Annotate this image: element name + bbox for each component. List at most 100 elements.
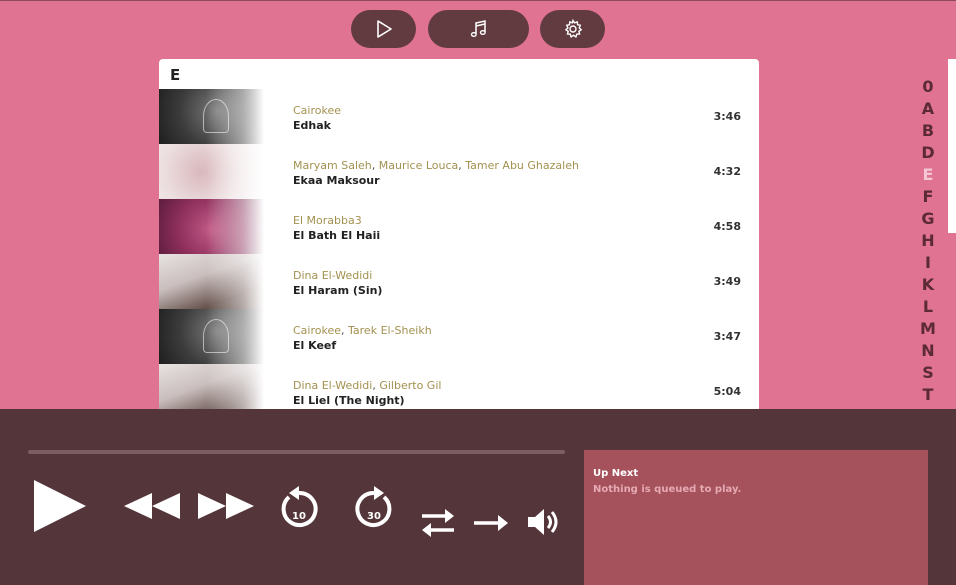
- index-letter[interactable]: H: [917, 230, 939, 252]
- album-art-thumbnail: [159, 309, 264, 364]
- skip-back-button[interactable]: 10: [275, 485, 323, 533]
- track-row[interactable]: Dina El-Wedidi, Gilberto Gil El Liel (The…: [159, 364, 759, 409]
- index-letter[interactable]: B: [917, 120, 939, 142]
- skip-back-seconds: 10: [292, 511, 306, 522]
- track-title: El Bath El Haii: [293, 229, 381, 242]
- track-title: Ekaa Maksour: [293, 174, 380, 187]
- thumbnail-fade: [159, 254, 264, 309]
- thumbnail-fade: [159, 364, 264, 409]
- track-row[interactable]: Cairokee, Tarek El-Sheikh El Keef 3:47: [159, 309, 759, 364]
- play-tab-button[interactable]: [351, 10, 416, 48]
- album-art-thumbnail: [159, 89, 264, 144]
- index-letter[interactable]: K: [917, 274, 939, 296]
- index-letter[interactable]: D: [917, 142, 939, 164]
- track-row[interactable]: Maryam Saleh, Maurice Louca, Tamer Abu G…: [159, 144, 759, 199]
- index-letter[interactable]: S: [917, 362, 939, 384]
- play-outline-icon: [376, 20, 392, 38]
- gear-icon: [564, 19, 582, 39]
- index-letter[interactable]: E: [917, 164, 939, 186]
- track-info: El Morabba3 El Bath El Haii: [293, 214, 713, 243]
- artist-link[interactable]: Cairokee: [293, 104, 341, 117]
- artist-separator: ,: [341, 324, 349, 337]
- album-art-thumbnail: [159, 144, 264, 199]
- track-title: El Keef: [293, 339, 337, 352]
- track-row[interactable]: El Morabba3 El Bath El Haii 4:58: [159, 199, 759, 254]
- thumbnail-fade: [159, 199, 264, 254]
- index-letter[interactable]: 0: [917, 76, 939, 98]
- track-info: Dina El-Wedidi, Gilberto Gil El Liel (The…: [293, 379, 713, 408]
- artist-link[interactable]: Tamer Abu Ghazaleh: [465, 159, 579, 172]
- fast-forward-icon: [198, 493, 254, 519]
- track-artists: Maryam Saleh, Maurice Louca, Tamer Abu G…: [293, 159, 713, 172]
- track-duration: 3:49: [713, 275, 741, 288]
- up-next-empty-message: Nothing is queued to play.: [593, 484, 742, 495]
- settings-tab-button[interactable]: [540, 10, 605, 48]
- track-title: El Haram (Sin): [293, 284, 383, 297]
- track-info: Cairokee Edhak: [293, 104, 713, 133]
- up-next-panel: Up Next Nothing is queued to play.: [584, 450, 928, 585]
- index-letter[interactable]: G: [917, 208, 939, 230]
- next-button[interactable]: [196, 489, 256, 523]
- play-icon: [34, 480, 86, 532]
- track-row[interactable]: Cairokee Edhak 3:46: [159, 89, 759, 144]
- track-artists: El Morabba3: [293, 214, 713, 227]
- index-letter[interactable]: L: [917, 296, 939, 318]
- artist-link[interactable]: Cairokee: [293, 324, 341, 337]
- repeat-arrows-icon: [422, 509, 454, 537]
- arrow-right-icon: [474, 515, 508, 531]
- index-letter[interactable]: M: [917, 318, 939, 340]
- artist-link[interactable]: Maurice Louca: [379, 159, 459, 172]
- track-duration: 3:47: [713, 330, 741, 343]
- player-bar: 10 30 Up Next Nothing is queued to play.: [0, 409, 956, 585]
- track-artists: Dina El-Wedidi, Gilberto Gil: [293, 379, 713, 392]
- album-art-thumbnail: [159, 254, 264, 309]
- skip-forward-seconds: 30: [367, 511, 381, 522]
- scrollbar[interactable]: [948, 59, 956, 233]
- track-info: Cairokee, Tarek El-Sheikh El Keef: [293, 324, 713, 353]
- music-note-icon: [470, 20, 486, 37]
- section-header-letter: E: [170, 66, 181, 84]
- thumbnail-fade: [159, 89, 264, 144]
- skip-forward-button[interactable]: 30: [350, 485, 398, 533]
- skip-back-icon: 10: [281, 486, 318, 527]
- artist-link[interactable]: El Morabba3: [293, 214, 362, 227]
- repeat-button[interactable]: [418, 507, 458, 539]
- artist-link[interactable]: Tarek El-Sheikh: [348, 324, 432, 337]
- skip-forward-icon: 30: [355, 486, 392, 527]
- index-letter[interactable]: A: [917, 98, 939, 120]
- music-tab-button[interactable]: [428, 10, 529, 48]
- artist-link[interactable]: Gilberto Gil: [379, 379, 441, 392]
- track-list[interactable]: E Cairokee Edhak 3:46 Maryam Saleh, Maurice…: [159, 59, 759, 409]
- previous-button[interactable]: [122, 489, 182, 523]
- track-duration: 5:04: [713, 385, 741, 398]
- track-duration: 4:58: [713, 220, 741, 233]
- track-info: Maryam Saleh, Maurice Louca, Tamer Abu G…: [293, 159, 713, 188]
- artist-link[interactable]: Maryam Saleh: [293, 159, 372, 172]
- track-artists: Cairokee: [293, 104, 713, 117]
- progress-bar[interactable]: [28, 450, 565, 454]
- track-artists: Cairokee, Tarek El-Sheikh: [293, 324, 713, 337]
- artist-link[interactable]: Dina El-Wedidi: [293, 269, 372, 282]
- index-letter[interactable]: I: [917, 252, 939, 274]
- track-duration: 4:32: [713, 165, 741, 178]
- thumbnail-fade: [159, 144, 264, 199]
- thumbnail-fade: [159, 309, 264, 364]
- track-artists: Dina El-Wedidi: [293, 269, 713, 282]
- play-button[interactable]: [28, 474, 92, 538]
- up-next-title: Up Next: [593, 468, 639, 479]
- album-art-thumbnail: [159, 199, 264, 254]
- index-letter[interactable]: F: [917, 186, 939, 208]
- index-letter[interactable]: N: [917, 340, 939, 362]
- index-letter[interactable]: T: [917, 384, 939, 406]
- next-in-queue-button[interactable]: [472, 511, 510, 535]
- alphabet-index[interactable]: 0ABDEFGHIKLMNST: [917, 76, 939, 406]
- track-info: Dina El-Wedidi El Haram (Sin): [293, 269, 713, 298]
- rewind-icon: [124, 493, 180, 519]
- track-row[interactable]: Dina El-Wedidi El Haram (Sin) 3:49: [159, 254, 759, 309]
- artist-link[interactable]: Dina El-Wedidi: [293, 379, 372, 392]
- track-title: Edhak: [293, 119, 331, 132]
- track-duration: 3:46: [713, 110, 741, 123]
- volume-button[interactable]: [526, 505, 562, 539]
- track-title: El Liel (The Night): [293, 394, 405, 407]
- top-divider: [0, 0, 956, 1]
